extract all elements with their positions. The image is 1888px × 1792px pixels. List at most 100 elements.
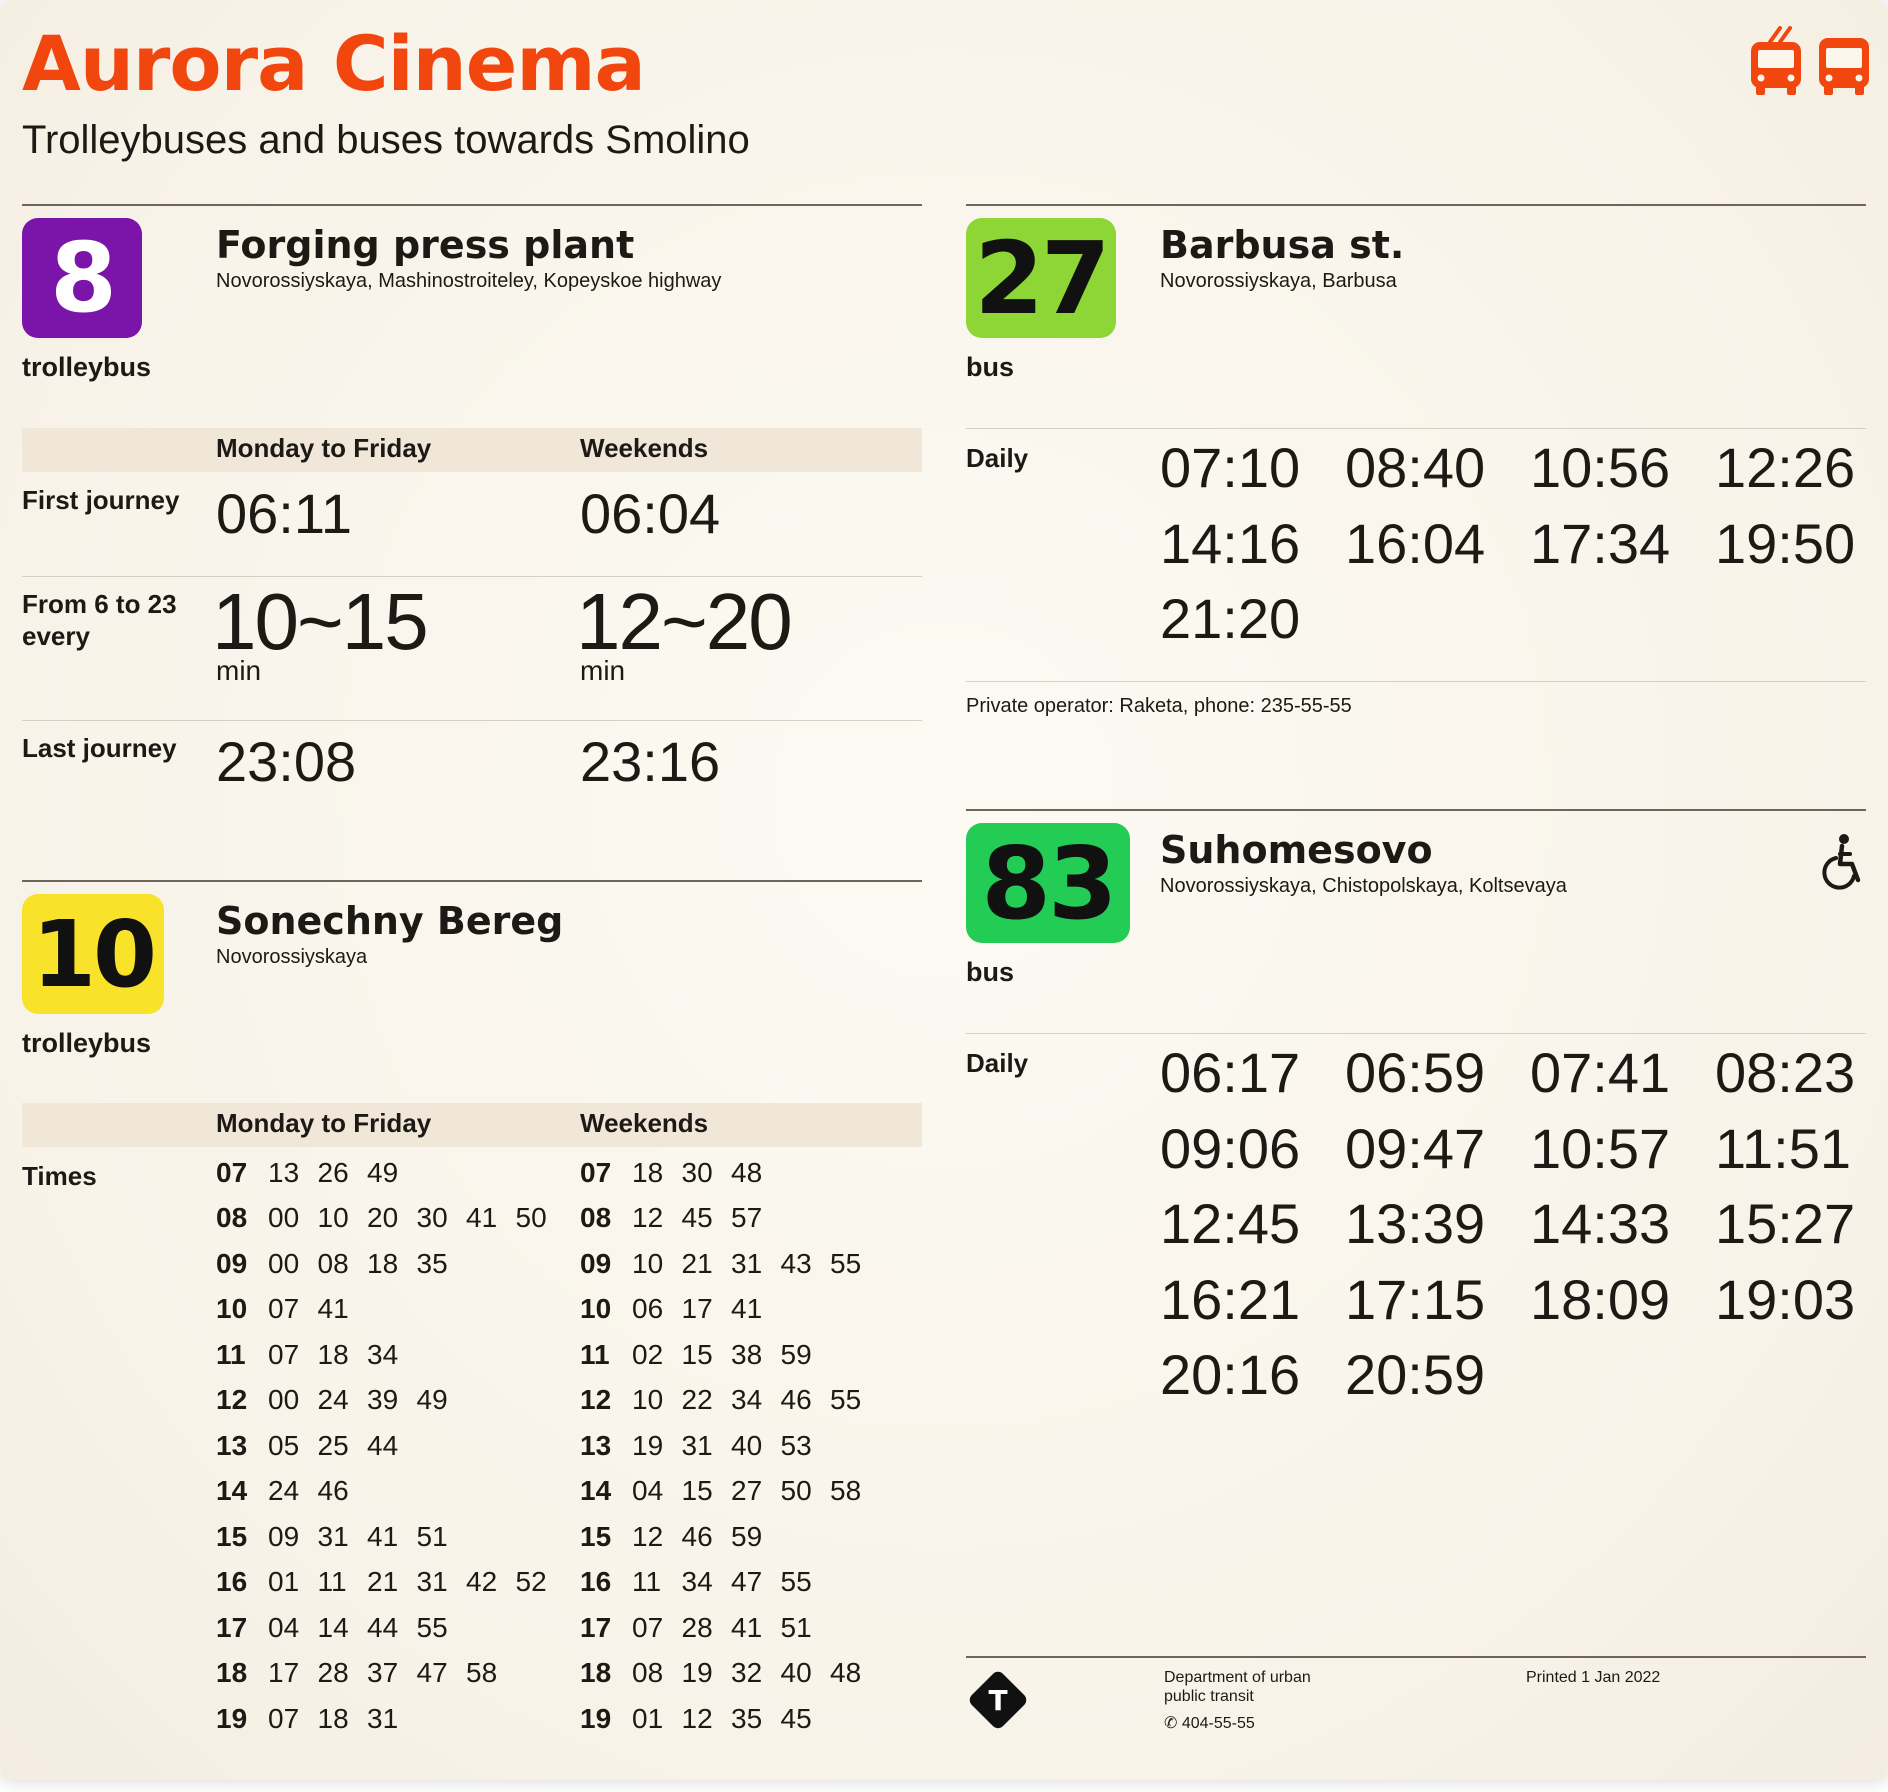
departure-time: 19:03 [1715,1262,1888,1338]
minute: 07 [268,1703,318,1735]
hour: 17 [580,1612,632,1644]
minute: 24 [318,1384,368,1416]
schedule-header-band [22,428,922,472]
minute: 17 [682,1293,732,1325]
bus-icon [1816,26,1872,98]
first-journey-label: First journey [22,484,179,516]
minute: 46 [781,1384,831,1416]
trolleybus-icon [1748,26,1804,98]
minute: 34 [731,1384,781,1416]
divider [966,1656,1866,1658]
route-badge-8: 8 [22,218,142,338]
interval-weekend: 12~20 [576,580,791,664]
hour-row: 142446 [216,1469,565,1515]
minute: 41 [367,1521,417,1553]
hour: 07 [580,1157,632,1189]
minute: 31 [367,1703,417,1735]
hour: 14 [216,1475,268,1507]
departure-time: 06:59 [1345,1035,1530,1111]
route-badge-27: 27 [966,218,1116,338]
route-via: Novorossiyskaya, Barbusa [1160,268,1397,294]
daily-label: Daily [966,442,1028,474]
minute: 40 [731,1430,781,1462]
minute: 15 [682,1475,732,1507]
hour-row: 091021314355 [580,1241,880,1287]
hour: 17 [216,1612,268,1644]
minute: 42 [466,1566,516,1598]
route-badge-83: 83 [966,823,1130,943]
interval-unit-weekend: min [580,656,625,686]
minute: 05 [268,1430,318,1462]
hour: 15 [216,1521,268,1553]
hour-row: 16011121314252 [216,1560,565,1606]
route-mode: bus [966,350,1014,384]
departure-time: 19:50 [1715,506,1888,582]
interval-weekday: 10~15 [212,580,427,664]
minute: 07 [632,1612,682,1644]
minute: 19 [682,1657,732,1689]
route-number: 10 [32,901,154,1008]
minute: 55 [417,1612,467,1644]
hour-row: 1611344755 [580,1560,880,1606]
departure-time: 21:20 [1160,581,1345,657]
minute: 34 [682,1566,732,1598]
department-line-2: public transit [1164,1687,1254,1706]
hour: 08 [580,1202,632,1234]
first-journey-weekday: 06:11 [216,482,352,546]
minute: 00 [268,1248,318,1280]
minute: 19 [632,1430,682,1462]
last-journey-label: Last journey [22,732,177,764]
departure-time: 12:45 [1160,1186,1345,1262]
route-destination: Forging press plant [216,222,634,268]
hour: 09 [216,1248,268,1280]
minute: 00 [268,1202,318,1234]
hour-row: 08001020304150 [216,1196,565,1242]
hour: 18 [216,1657,268,1689]
hour: 11 [580,1339,632,1371]
minute: 21 [367,1566,417,1598]
hour-row: 1509314151 [216,1514,565,1560]
minute: 24 [268,1475,318,1507]
last-journey-weekday: 23:08 [216,730,356,794]
hour: 07 [216,1157,268,1189]
minute: 39 [367,1384,417,1416]
hour-row: 08124557 [580,1196,880,1242]
minute: 43 [781,1248,831,1280]
minute: 15 [682,1339,732,1371]
hour: 10 [216,1293,268,1325]
minute: 37 [367,1657,417,1689]
operator-note: Private operator: Raketa, phone: 235-55-… [966,693,1352,719]
hour-row: 07183048 [580,1150,880,1196]
minute: 47 [417,1657,467,1689]
hour-row: 07132649 [216,1150,565,1196]
departure-time: 08:40 [1345,430,1530,506]
minute: 30 [417,1202,467,1234]
minute: 30 [682,1157,732,1189]
hour-row: 1102153859 [580,1332,880,1378]
times-label: Times [22,1160,97,1192]
minute: 31 [417,1566,467,1598]
minute: 41 [731,1293,781,1325]
hour: 12 [580,1384,632,1416]
minute: 26 [318,1157,368,1189]
departure-time: 11:51 [1715,1111,1888,1187]
minute: 47 [731,1566,781,1598]
route-mode: trolleybus [22,350,151,384]
minute: 08 [318,1248,368,1280]
col-weekend: Weekends [580,1101,708,1145]
hour-row: 121022344655 [580,1378,880,1424]
minute: 31 [682,1430,732,1462]
hour-row: 1707284151 [580,1605,880,1651]
col-weekday: Monday to Friday [216,426,431,470]
minute: 55 [781,1566,831,1598]
hour: 19 [580,1703,632,1735]
minute: 34 [367,1339,417,1371]
daily-label: Daily [966,1047,1028,1079]
department-phone: ✆ 404-55-55 [1164,1714,1255,1733]
minute: 44 [367,1430,417,1462]
minute: 58 [466,1657,516,1689]
minute: 45 [781,1703,831,1735]
hour: 15 [580,1521,632,1553]
interval-label-1: From 6 to 23 [22,588,177,620]
minute: 18 [318,1703,368,1735]
